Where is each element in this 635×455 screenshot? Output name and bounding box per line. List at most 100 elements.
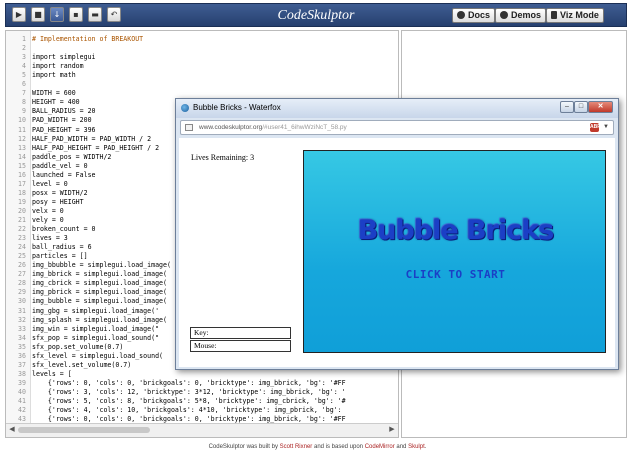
download-button[interactable]: ↓	[50, 7, 64, 22]
popup-content: Lives Remaining: 3 Key: Mouse: Bubble Br…	[179, 138, 615, 367]
popup-titlebar[interactable]: Bubble Bricks - Waterfox – □ ✕	[176, 99, 618, 118]
author-link[interactable]: Scott Rixner	[280, 444, 313, 450]
code-line[interactable]: broken_count = 0	[32, 225, 96, 233]
code-line[interactable]: {'rows': 5, 'cols': 8, 'brickgoals': 5*8…	[32, 397, 346, 405]
code-line[interactable]: img_pbrick = simplegui.load_image(	[32, 288, 167, 296]
game-title: Bubble Bricks	[357, 215, 555, 246]
code-line[interactable]: {'rows': 0, 'cols': 0, 'brickgoals': 0, …	[32, 415, 346, 423]
code-line[interactable]: {'rows': 0, 'cols': 0, 'brickgoals': 0, …	[32, 379, 346, 387]
line-number: 23	[18, 234, 26, 243]
line-number: 6	[22, 80, 26, 89]
code-line[interactable]: level = 0	[32, 180, 68, 188]
line-number: 8	[22, 98, 26, 107]
code-line[interactable]: sfx_level = simplegui.load_sound(	[32, 352, 163, 360]
scrollbar-thumb[interactable]	[18, 427, 150, 433]
reset-icon: ↶	[110, 10, 118, 19]
minimize-button[interactable]: –	[560, 101, 574, 113]
code-line[interactable]: launched = False	[32, 171, 96, 179]
code-line[interactable]: img_gbg = simplegui.load_image('	[32, 307, 159, 315]
maximize-button[interactable]: □	[574, 101, 588, 113]
line-number: 11	[18, 125, 26, 134]
docs-label: Docs	[468, 10, 491, 20]
code-line[interactable]: WIDTH = 600	[32, 89, 76, 97]
line-number: 22	[18, 225, 26, 234]
code-line[interactable]: paddle_vel = 0	[32, 162, 88, 170]
scroll-right-icon[interactable]: ▶	[388, 426, 396, 434]
line-number: 39	[18, 378, 26, 387]
line-number: 40	[18, 387, 26, 396]
code-line[interactable]: posx = WIDTH/2	[32, 189, 88, 197]
code-line[interactable]: img_splash = simplegui.load_image(	[32, 316, 167, 324]
line-number-gutter: 1 2 3 4 5 6 7 8 9 10 11 12 13 14 15 16 17 18 19 20 21 22 23 24 2…	[6, 31, 31, 432]
download-icon: ↓	[53, 10, 61, 19]
code-line[interactable]: sfx_level.set_volume(0.7)	[32, 361, 131, 369]
open-icon: ▬	[91, 10, 99, 19]
code-line[interactable]: posy = HEIGHT	[32, 198, 84, 206]
code-line[interactable]: img_bbubble = simplegui.load_image(	[32, 261, 171, 269]
url-text[interactable]: www.codeskulptor.org/#user41_6ihwWziNcT_…	[199, 124, 347, 131]
code-line[interactable]: HALF_PAD_HEIGHT = PAD_HEIGHT / 2	[32, 144, 159, 152]
code-line[interactable]: img_bubble = simplegui.load_image(	[32, 297, 167, 305]
viz-mode-button[interactable]: Viz Mode	[546, 8, 604, 23]
line-number: 27	[18, 270, 26, 279]
line-number: 29	[18, 288, 26, 297]
code-line[interactable]: img_win = simplegui.load_image("	[32, 325, 159, 333]
code-line[interactable]: img_cbrick = simplegui.load_image(	[32, 279, 167, 287]
reset-button[interactable]: ↶	[107, 7, 121, 22]
line-number: 10	[18, 116, 26, 125]
line-number: 43	[18, 415, 26, 424]
game-canvas[interactable]: Bubble Bricks CLICK TO START	[303, 150, 606, 353]
footer: CodeSkulptor was built by Scott Rixner a…	[0, 444, 635, 450]
line-number: 20	[18, 206, 26, 215]
code-line[interactable]: vely = 0	[32, 216, 64, 224]
code-line[interactable]: {'rows': 4, 'cols': 10, 'brickgoals': 4*…	[32, 406, 346, 414]
docs-button[interactable]: Docs	[452, 8, 496, 23]
scroll-left-icon[interactable]: ◀	[8, 426, 16, 434]
run-icon: ▶	[15, 10, 23, 19]
url-bar[interactable]: www.codeskulptor.org/#user41_6ihwWziNcT_…	[180, 120, 614, 135]
skulpt-link[interactable]: Skulpt	[408, 444, 425, 450]
line-number: 7	[22, 89, 26, 98]
code-line[interactable]: img_bbrick = simplegui.load_image(	[32, 270, 167, 278]
code-line[interactable]: ball_radius = 6	[32, 243, 92, 251]
open-button[interactable]: ▬	[88, 7, 102, 22]
code-line[interactable]: paddle_pos = WIDTH/2	[32, 153, 111, 161]
code-line[interactable]: sfx_pop.set_volume(0.7)	[32, 343, 123, 351]
line-number: 17	[18, 179, 26, 188]
code-line[interactable]: PAD_WIDTH = 200	[32, 116, 92, 124]
demos-button[interactable]: Demos	[495, 8, 547, 23]
adblock-icon[interactable]: ABP	[590, 123, 601, 132]
save-button[interactable]: ■	[31, 7, 45, 22]
code-line[interactable]: import random	[32, 62, 84, 70]
code-line[interactable]: velx = 0	[32, 207, 64, 215]
codemirror-link[interactable]: CodeMirror	[365, 444, 395, 450]
code-line[interactable]: HEIGHT = 400	[32, 98, 80, 106]
line-number: 38	[18, 369, 26, 378]
code-line[interactable]: {'rows': 3, 'cols': 12, 'bricktype': 3*1…	[32, 388, 346, 396]
code-line[interactable]: PAD_HEIGHT = 396	[32, 126, 96, 134]
code-line[interactable]: levels = [	[32, 370, 72, 378]
code-line[interactable]: BALL_RADIUS = 20	[32, 107, 96, 115]
chevron-down-icon[interactable]: ▼	[603, 124, 609, 130]
click-to-start-text[interactable]: CLICK TO START	[304, 268, 605, 281]
code-line[interactable]: sfx_pop = simplegui.load_sound("	[32, 334, 159, 342]
close-button[interactable]: ✕	[588, 101, 613, 113]
new-button[interactable]: ▪	[69, 7, 83, 22]
url-path: /#user41_6ihwWziNcT_58.py	[262, 124, 347, 131]
code-line[interactable]: # Implementation of BREAKOUT	[32, 35, 143, 43]
run-button[interactable]: ▶	[12, 7, 26, 22]
code-line[interactable]: HALF_PAD_WIDTH = PAD_WIDTH / 2	[32, 135, 151, 143]
site-page-icon	[185, 124, 193, 131]
horizontal-scrollbar[interactable]: ◀ ▶	[6, 423, 398, 437]
toolbar: ▶ ■ ↓ ▪ ▬ ↶ CodeSkulptor Docs Demos Viz …	[5, 3, 627, 27]
line-number: 15	[18, 161, 26, 170]
mouse-display: Mouse:	[190, 340, 291, 352]
code-line[interactable]: particles = []	[32, 252, 88, 260]
browser-popup-window: Bubble Bricks - Waterfox – □ ✕ www.codes…	[175, 98, 619, 370]
code-line[interactable]: import simplegui	[32, 53, 96, 61]
browser-logo-icon	[181, 104, 189, 112]
line-number: 5	[22, 71, 26, 80]
line-number: 18	[18, 188, 26, 197]
code-line[interactable]: lives = 3	[32, 234, 68, 242]
code-line[interactable]: import math	[32, 71, 76, 79]
